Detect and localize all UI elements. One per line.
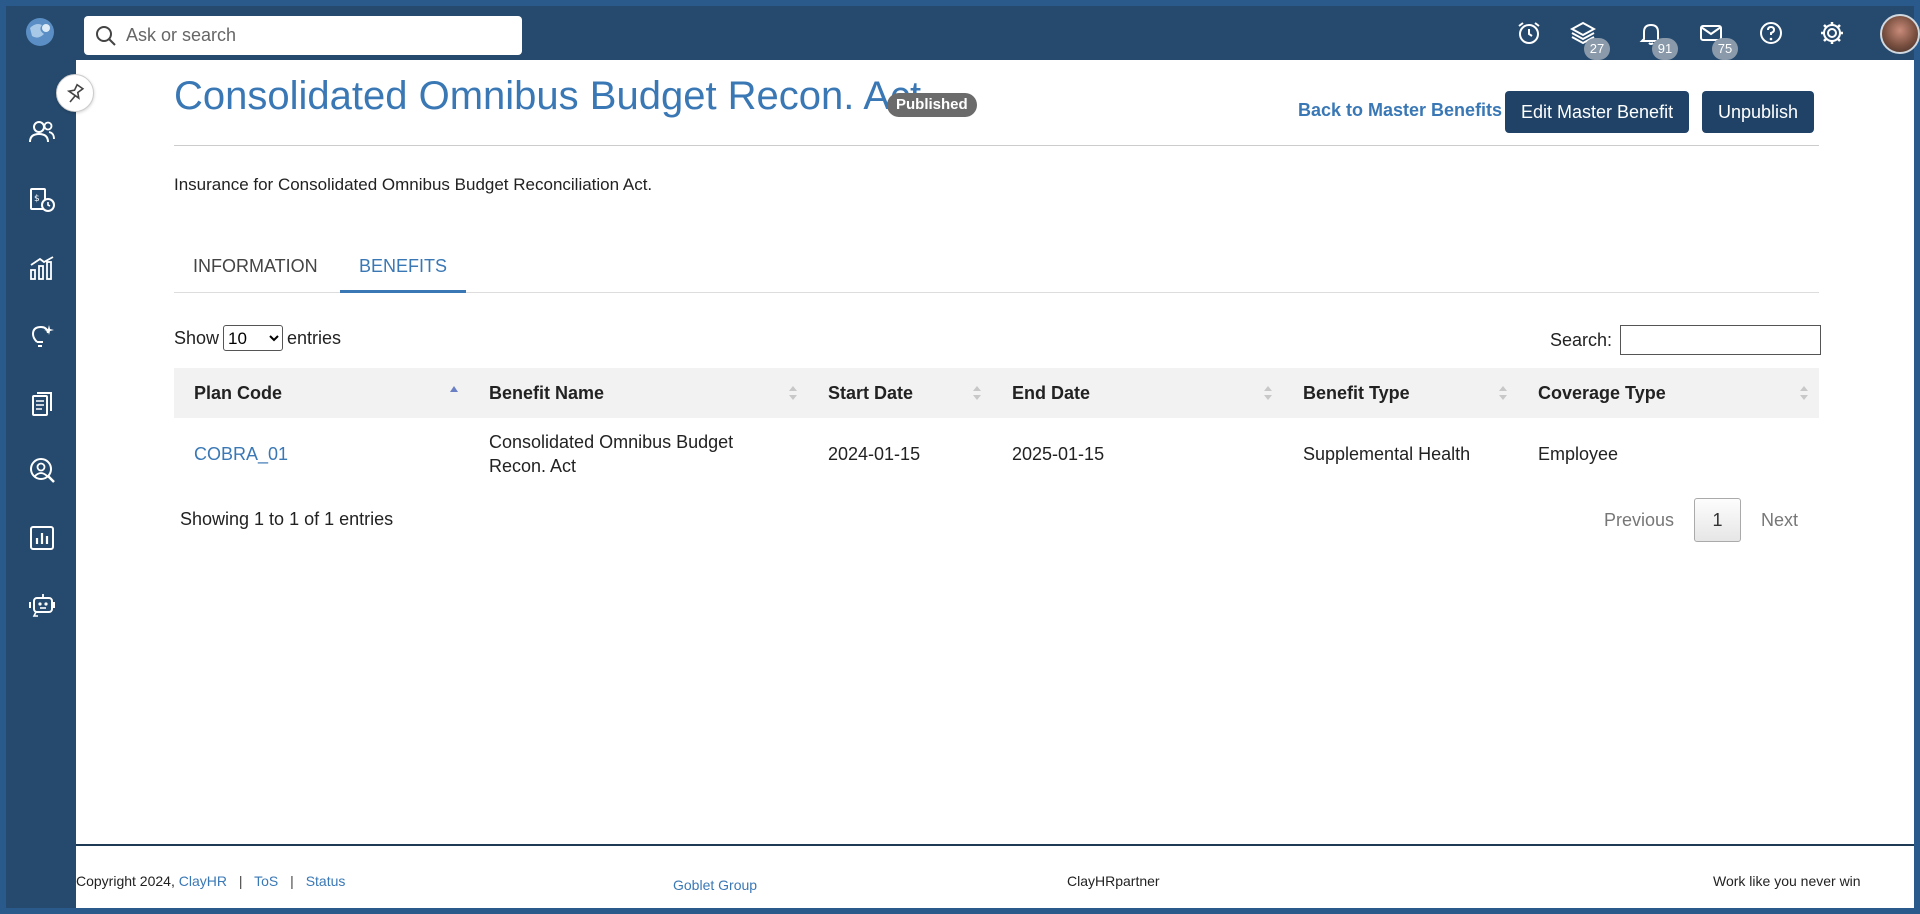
copyright-text: Copyright 2024,: [76, 873, 175, 889]
search-input[interactable]: [126, 25, 506, 46]
footer: Copyright 2024, ClayHR | ToS | Status Go…: [76, 846, 1914, 908]
sort-icon: [1499, 386, 1507, 400]
cell-end-date: 2025-01-15: [1012, 444, 1105, 464]
bot-icon[interactable]: [22, 584, 62, 624]
column-header-coverage-type[interactable]: Coverage Type: [1518, 368, 1819, 418]
show-label: Show: [174, 327, 220, 348]
cell-coverage-type: Employee: [1538, 444, 1619, 464]
page-title: Consolidated Omnibus Budget Recon. Act: [174, 74, 922, 118]
page-size-control: Show 10 entries: [174, 325, 341, 351]
help-icon[interactable]: [1756, 18, 1786, 48]
reports-icon[interactable]: [22, 518, 62, 558]
documents-icon[interactable]: [22, 384, 62, 424]
table-row: COBRA_01 Consolidated Omnibus Budget Rec…: [174, 418, 1819, 490]
analytics-icon[interactable]: [22, 248, 62, 288]
edit-master-benefit-button[interactable]: Edit Master Benefit: [1505, 91, 1690, 133]
benefit-description: Insurance for Consolidated Omnibus Budge…: [174, 175, 653, 194]
user-avatar[interactable]: [1880, 14, 1920, 54]
next-page-button[interactable]: Next: [1747, 510, 1812, 531]
sidebar: $: [6, 60, 76, 908]
footer-left: Copyright 2024, ClayHR | ToS | Status: [76, 873, 346, 889]
goblet-group-link[interactable]: Goblet Group: [673, 877, 757, 893]
tab-information[interactable]: INFORMATION: [174, 242, 337, 293]
global-search[interactable]: [84, 16, 522, 55]
mail-icon[interactable]: 75: [1696, 18, 1738, 60]
layers-icon[interactable]: 27: [1568, 18, 1610, 60]
alarm-clock-icon[interactable]: [1514, 18, 1544, 48]
previous-page-button[interactable]: Previous: [1590, 510, 1688, 531]
sort-icon: [1800, 386, 1808, 400]
pin-sidebar-button[interactable]: [56, 74, 94, 112]
svg-text:$: $: [34, 194, 40, 204]
back-to-master-benefits-link[interactable]: Back to Master Benefits: [1298, 100, 1502, 121]
sort-icon: [973, 386, 981, 400]
pin-icon: [66, 83, 85, 103]
column-header-plan-code[interactable]: Plan Code: [174, 368, 469, 418]
clayhr-partner-text: ClayHRpartner: [1067, 873, 1160, 889]
search-icon: [96, 25, 116, 46]
tos-link[interactable]: ToS: [254, 873, 278, 889]
pagination: Previous 1 Next: [1590, 498, 1812, 542]
cell-start-date: 2024-01-15: [828, 444, 921, 464]
people-icon[interactable]: [22, 112, 62, 152]
payroll-icon[interactable]: $: [22, 180, 62, 220]
plan-code-link[interactable]: COBRA_01: [194, 444, 288, 464]
column-header-benefit-type[interactable]: Benefit Type: [1283, 368, 1518, 418]
page-size-select[interactable]: 10: [223, 325, 284, 351]
bell-icon[interactable]: 91: [1636, 18, 1678, 60]
column-header-end-date[interactable]: End Date: [992, 368, 1283, 418]
tab-bar: INFORMATION BENEFITS: [174, 242, 1819, 293]
ideas-icon[interactable]: [22, 316, 62, 356]
gear-icon[interactable]: [1817, 18, 1847, 48]
layers-badge: 27: [1584, 38, 1610, 60]
table-header-row: Plan Code Benefit Name Start Date End Da…: [174, 368, 1819, 418]
title-divider: [174, 145, 1819, 146]
table-search-input[interactable]: [1620, 325, 1822, 355]
status-link[interactable]: Status: [306, 873, 346, 889]
unpublish-button[interactable]: Unpublish: [1702, 91, 1815, 133]
mail-badge: 75: [1712, 38, 1738, 60]
recruiting-icon[interactable]: [22, 450, 62, 490]
entries-label: entries: [287, 327, 342, 348]
tab-benefits[interactable]: BENEFITS: [340, 242, 467, 293]
status-badge: Published: [887, 93, 977, 117]
column-header-benefit-name[interactable]: Benefit Name: [469, 368, 808, 418]
sort-asc-icon: [450, 386, 458, 392]
table-info: Showing 1 to 1 of 1 entries: [180, 509, 394, 529]
top-bar: 27 91 75: [6, 6, 1920, 60]
notifications-badge: 91: [1652, 38, 1678, 60]
table-search: Search:: [1550, 325, 1822, 355]
app-logo-icon[interactable]: [24, 16, 56, 48]
cell-benefit-type: Supplemental Health: [1303, 444, 1471, 464]
clayhr-link[interactable]: ClayHR: [179, 873, 227, 889]
sort-icon: [1264, 386, 1272, 400]
footer-tagline: Work like you never win: [1713, 873, 1861, 889]
cell-benefit-name: Consolidated Omnibus Budget Recon. Act: [489, 432, 734, 476]
table-search-label: Search:: [1550, 329, 1613, 350]
page-1-button[interactable]: 1: [1694, 498, 1742, 542]
sort-icon: [789, 386, 797, 400]
column-header-start-date[interactable]: Start Date: [808, 368, 992, 418]
benefits-table: Plan Code Benefit Name Start Date End Da…: [174, 368, 1819, 490]
cell-plan-code: COBRA_01: [174, 418, 469, 490]
